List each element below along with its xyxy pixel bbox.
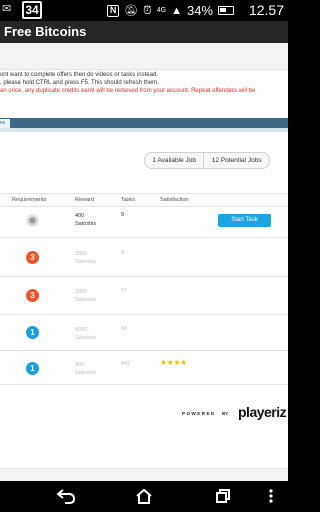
notice-line-3-warning: an once, any duplicate credits earnt wil… [0, 88, 256, 94]
header-satisfaction: Satisfaction [160, 197, 189, 203]
task-count: 9 [121, 212, 125, 218]
battery-percent: 34% [186, 2, 213, 18]
orange-level-3-icon: 3 [26, 251, 39, 264]
notice-line-2: , please hold CTRL and press F5. This sh… [0, 80, 159, 86]
grey-badge-icon [26, 214, 39, 227]
playeriz-logo[interactable]: playeriz [238, 404, 287, 420]
blue-level-1-icon: 1 [26, 362, 39, 375]
tab-jobs[interactable]: es [0, 119, 10, 128]
reward: 2000 Satoshis [75, 288, 96, 304]
reward: 400 Satoshis [75, 212, 96, 228]
reward: 2000 Satoshis [75, 250, 96, 266]
header-tasks: Tasks [121, 197, 136, 203]
more-options-icon[interactable] [266, 488, 276, 504]
task-count: 9 [121, 250, 125, 256]
network-type: 4G [156, 6, 167, 14]
web-content: ont want to complete offers then do vide… [0, 43, 288, 481]
reward: 6000 Satoshis [75, 326, 96, 342]
header-reward: Reward [75, 197, 94, 203]
reward-unit: Satoshis [75, 335, 97, 341]
reward-unit: Satoshis [75, 370, 97, 376]
app-bar: Free Bitcoins [0, 21, 288, 43]
navigation-bar [0, 481, 288, 512]
notice-messages: ont want to complete offers then do vide… [0, 71, 288, 95]
reward-amount: 400 [75, 213, 85, 219]
orange-level-3-icon: 3 [26, 289, 39, 302]
back-icon[interactable] [56, 488, 76, 504]
level-number: 1 [30, 364, 35, 373]
task-count: 10 [121, 326, 128, 332]
table-row: 400 Satoshis 9 Start Task [0, 207, 288, 238]
reward-amount: 400 [75, 362, 85, 368]
nfc-icon: N [107, 4, 120, 17]
home-icon[interactable] [134, 488, 154, 504]
satisfaction-stars: ★★★★ [160, 358, 187, 367]
powered-label: POWERED [182, 411, 216, 416]
level-number: 3 [30, 253, 35, 262]
potential-jobs-count[interactable]: 12 Potential Jobs [203, 153, 269, 168]
clock: 12.57 [248, 2, 284, 18]
reward: 400 Satoshis [75, 361, 96, 377]
reward-amount: 6000 [75, 327, 88, 333]
status-icons: N 🔕︎ ⏰︎ 4G ▲ 34% [107, 2, 234, 19]
reward-amount: 2000 [75, 289, 88, 295]
app-title: Free Bitcoins [4, 24, 87, 39]
task-count: 443 [121, 361, 131, 367]
level-number: 1 [30, 328, 35, 337]
level-number: 3 [30, 291, 35, 300]
table-row: 1 6000 Satoshis 10 [0, 315, 288, 351]
reward-unit: Satoshis [75, 297, 97, 303]
status-bar: ✉ 34 N 🔕︎ ⏰︎ 4G ▲ 34% 12.57 [0, 0, 288, 21]
tab-bar: es [0, 118, 288, 128]
reward-amount: 2000 [75, 251, 88, 257]
job-count-toggle: 1 Available Job 12 Potential Jobs [144, 152, 270, 169]
table-header: Requirements Reward Tasks Satisfaction [0, 193, 288, 207]
available-job-count[interactable]: 1 Available Job [145, 153, 203, 168]
mute-icon: 🔕︎ [124, 4, 139, 17]
notice-line-1: ont want to complete offers then do vide… [0, 72, 158, 78]
powered-by-label: BY [222, 411, 229, 416]
header-requirements: Requirements [12, 197, 47, 203]
recent-apps-icon[interactable] [212, 488, 232, 504]
reward-unit: Satoshis [75, 221, 97, 227]
table-row: 3 2000 Satoshis 9 [0, 238, 288, 277]
alarm-icon: ⏰︎ [143, 4, 152, 17]
notification-badge: 34 [22, 1, 42, 19]
reward-unit: Satoshis [75, 259, 97, 265]
bottom-band [0, 468, 288, 481]
signal-icon: ▲ [171, 4, 182, 17]
tab-bar-shadow [0, 128, 288, 132]
notification-icon: ✉ [2, 3, 12, 15]
battery-icon [218, 6, 234, 15]
top-band [0, 43, 288, 70]
table-row: 1 400 Satoshis 443 ★★★★ [0, 351, 288, 385]
start-task-button[interactable]: Start Task [218, 214, 271, 227]
table-row: 3 2000 Satoshis 97 [0, 277, 288, 315]
blue-level-1-icon: 1 [26, 326, 39, 339]
task-count: 97 [121, 288, 128, 294]
